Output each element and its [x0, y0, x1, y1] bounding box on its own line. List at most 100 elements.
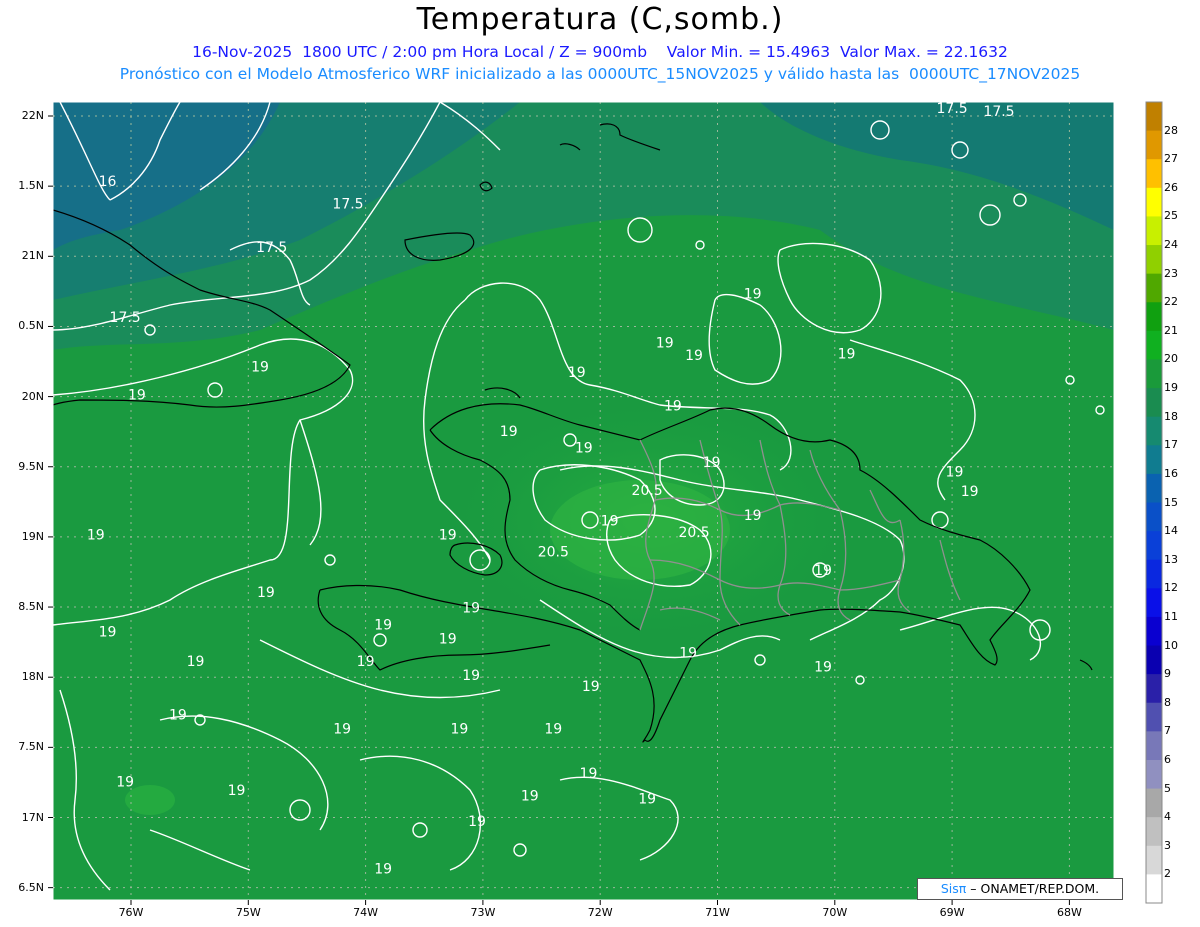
colorbar-label: 21 [1164, 323, 1178, 337]
contour-label: 19 [946, 465, 964, 481]
lon-label: 70W [822, 906, 848, 919]
contour-label: 16 [99, 174, 117, 190]
plot-area: 16 17.5 17.5 17.5 17.5 17.5 19 19 19 19 19 19 19 19 19… [53, 101, 1114, 900]
colorbar-label: 19 [1164, 381, 1178, 395]
contour-label: 19 [521, 789, 539, 805]
credit-brand: Sisπ [940, 881, 967, 896]
colorbar-label: 22 [1164, 295, 1178, 309]
contour-label: 19 [838, 347, 856, 363]
colorbar-swatch [1146, 531, 1162, 561]
contour-label: 19 [544, 721, 562, 737]
contour-label: 20.5 [678, 525, 709, 541]
lon-label: 68W [1056, 906, 1082, 919]
contour-label: 19 [116, 775, 134, 791]
colorbar-swatch [1146, 216, 1162, 246]
colorbar-label: 13 [1164, 552, 1178, 566]
contour-label: 17.5 [937, 101, 968, 117]
contour-label: 19 [439, 632, 457, 648]
colorbar-swatch [1146, 702, 1162, 732]
contour-label: 19 [169, 707, 187, 723]
lat-label: 21N [21, 249, 44, 263]
colorbar-swatch [1146, 359, 1162, 389]
colorbar-swatch [1146, 874, 1162, 904]
colorbar-label: 26 [1164, 180, 1178, 194]
contour-label: 19 [128, 387, 146, 403]
contour-label: 19 [744, 508, 762, 524]
lon-label: 71W [705, 906, 730, 919]
contour-label: 19 [374, 617, 392, 633]
contour-label: 19 [703, 455, 721, 471]
contour-label: 19 [601, 514, 619, 530]
colorbar-label: 3 [1164, 838, 1171, 852]
colorbar-swatch [1146, 473, 1162, 503]
colorbar-label: 20 [1164, 352, 1178, 366]
colorbar-swatch [1146, 130, 1162, 160]
contour-label: 17.5 [256, 240, 287, 256]
credit-box: Sisπ – ONAMET/REP.DOM. [917, 878, 1123, 900]
colorbar-label: 12 [1164, 581, 1178, 595]
lon-label: 73W [470, 906, 496, 919]
colorbar-label: 14 [1164, 524, 1178, 538]
colorbar-label: 16 [1164, 466, 1178, 480]
colorbar-label: 28 [1164, 123, 1178, 137]
colorbar-swatch [1146, 502, 1162, 532]
contour-label: 17.5 [332, 197, 363, 213]
colorbar-label: 11 [1164, 609, 1178, 623]
colorbar-label: 24 [1164, 238, 1178, 252]
contour-label: 19 [814, 563, 832, 579]
lon-label: 72W [587, 906, 613, 919]
colorbar-swatch [1146, 559, 1162, 589]
contour-label: 19 [685, 348, 703, 364]
colorbar-label: 10 [1164, 638, 1178, 652]
colorbar-swatch [1146, 388, 1162, 418]
contour-label: 17.5 [983, 104, 1014, 120]
colorbar-swatch [1146, 102, 1162, 132]
contour-label: 19 [575, 441, 593, 457]
contour-label: 19 [333, 721, 351, 737]
contour-label: 19 [228, 783, 246, 799]
colorbar-label: 18 [1164, 409, 1178, 423]
contour-label: 19 [679, 646, 697, 662]
contour-label: 19 [374, 862, 392, 878]
contour-label: 19 [251, 359, 269, 375]
lat-label: 20N [21, 389, 44, 403]
colorbar-label: 6 [1164, 752, 1171, 766]
contour-label: 19 [500, 424, 518, 440]
contour-label: 19 [814, 660, 832, 676]
colorbar-label: 23 [1164, 266, 1178, 280]
colorbar-label: 15 [1164, 495, 1178, 509]
contour-label: 19 [462, 668, 480, 684]
lat-label: 19N [21, 529, 44, 543]
credit-org: – ONAMET/REP.DOM. [970, 881, 1100, 896]
colorbar-swatch [1146, 817, 1162, 847]
contour-label: 17.5 [110, 310, 141, 326]
contour-label: 19 [961, 484, 979, 500]
contour-label: 19 [451, 721, 469, 737]
colorbar-swatch [1146, 159, 1162, 189]
contour-label: 19 [656, 335, 674, 351]
contour-label: 20.5 [632, 483, 663, 499]
colorbar-swatch [1146, 245, 1162, 275]
colorbar-swatch [1146, 645, 1162, 675]
lat-label: 0.5N [18, 319, 44, 333]
colorbar-label: 25 [1164, 209, 1178, 223]
contour-label: 20.5 [538, 545, 569, 561]
colorbar-swatch [1146, 445, 1162, 475]
map-title: Temperatura (C,somb.) [416, 2, 784, 37]
contour-label: 19 [638, 791, 656, 807]
contour-label: 19 [580, 766, 598, 782]
lat-label: 6.5N [18, 880, 44, 894]
lon-label: 76W [118, 906, 144, 919]
colorbar-label: 7 [1164, 724, 1171, 738]
colorbar [1145, 101, 1163, 904]
subtitle-valid-time: 16-Nov-2025 1800 UTC / 2:00 pm Hora Loca… [192, 43, 1008, 61]
contour-label: 19 [582, 679, 600, 695]
colorbar-label: 27 [1164, 152, 1178, 166]
colorbar-swatch [1146, 416, 1162, 446]
colorbar-swatch [1146, 788, 1162, 818]
contour-label: 19 [664, 399, 682, 415]
colorbar-swatch [1146, 187, 1162, 217]
contour-label: 19 [257, 585, 275, 601]
lat-label: 22N [21, 109, 44, 122]
colorbar-swatch [1146, 731, 1162, 761]
